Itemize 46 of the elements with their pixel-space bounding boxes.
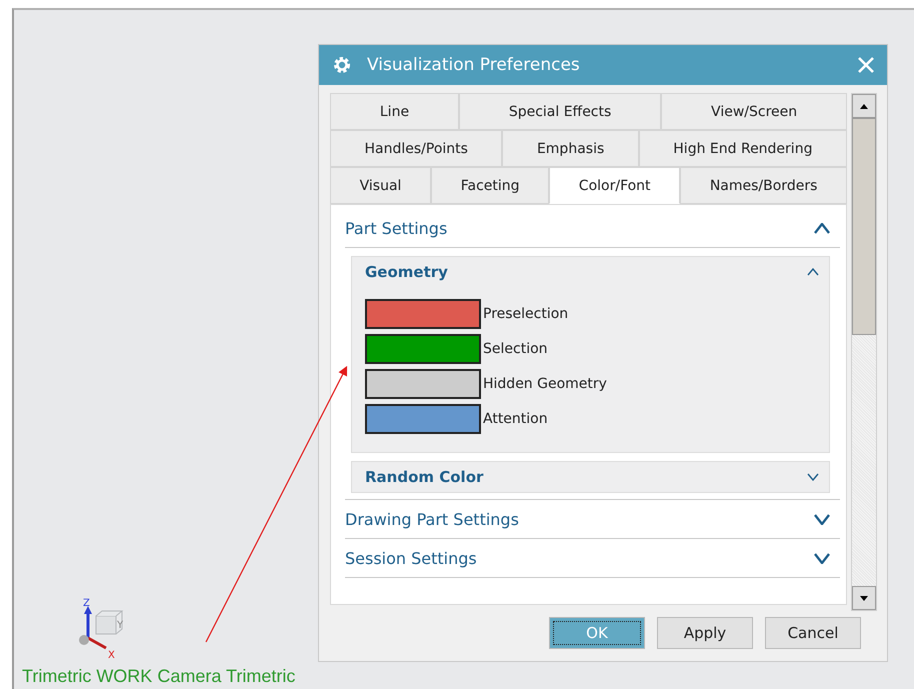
gear-icon	[333, 56, 351, 74]
color-label: Attention	[483, 411, 548, 427]
color-label: Preselection	[483, 306, 568, 322]
scrollbar[interactable]	[851, 93, 877, 611]
group-header[interactable]: Random Color	[352, 462, 829, 492]
color-label: Hidden Geometry	[483, 376, 607, 392]
close-icon	[857, 56, 875, 74]
window-title: Visualization Preferences	[367, 55, 581, 75]
chevron-up-icon	[814, 222, 830, 234]
chevron-down-icon	[814, 514, 830, 524]
axis-triad-drawing: Z Y X	[74, 594, 134, 662]
group-title: Geometry	[365, 263, 448, 281]
section-title: Part Settings	[345, 218, 448, 238]
group-title: Random Color	[365, 468, 484, 486]
tab[interactable]: Emphasis	[502, 130, 639, 167]
scroll-up-button[interactable]	[852, 94, 876, 118]
color-swatch[interactable]	[365, 334, 481, 364]
color-swatch[interactable]	[365, 404, 481, 434]
section-title: Session Settings	[345, 548, 477, 568]
section-header[interactable]: Drawing Part Settings	[345, 500, 840, 539]
tab[interactable]: Names/Borders	[680, 167, 848, 204]
tab[interactable]: Faceting	[431, 167, 550, 204]
section-header[interactable]: Session Settings	[345, 539, 840, 578]
dialog-button[interactable]: Apply	[657, 617, 753, 649]
color-swatch[interactable]	[365, 369, 481, 399]
color-label: Selection	[483, 341, 548, 357]
tab[interactable]: Line	[330, 93, 459, 130]
color-swatch[interactable]	[365, 299, 481, 329]
scroll-down-button[interactable]	[852, 586, 876, 610]
tab[interactable]: Special Effects	[458, 93, 662, 130]
view-label: Trimetric WORK Camera Trimetric	[22, 666, 296, 687]
up-arrow-icon	[859, 102, 869, 110]
tab[interactable]: Color/Font	[549, 167, 680, 204]
section-title: Drawing Part Settings	[345, 510, 519, 528]
group-header[interactable]: Geometry	[352, 257, 829, 287]
down-arrow-icon	[859, 594, 869, 602]
tab[interactable]: Visual	[330, 167, 432, 204]
chevron-down-icon	[807, 473, 819, 481]
dialog-button[interactable]: Cancel	[765, 617, 861, 649]
tab[interactable]: View/Screen	[661, 93, 847, 130]
tab[interactable]: High End Rendering	[638, 130, 847, 167]
chevron-down-icon	[814, 552, 830, 564]
chevron-up-icon	[807, 268, 819, 276]
section-header[interactable]: Part Settings	[345, 209, 840, 248]
tab[interactable]: Handles/Points	[330, 130, 502, 167]
scrollbar-thumb[interactable]	[852, 118, 876, 335]
